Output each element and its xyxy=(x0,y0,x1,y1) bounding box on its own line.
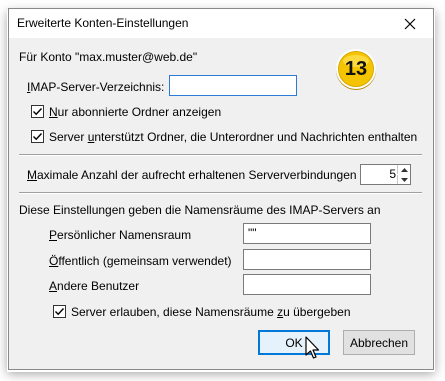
title-bar: Erweiterte Konten-Einstellungen xyxy=(9,9,433,38)
personal-namespace-label: Persönlicher Namensraum xyxy=(49,228,192,242)
server-supports-subfolders-label: Server unterstützt Ordner, die Unterordn… xyxy=(49,130,418,144)
stepper-up-button[interactable] xyxy=(397,165,410,174)
mouse-pointer-icon xyxy=(305,336,320,359)
separator xyxy=(19,154,422,156)
imap-directory-label: IMAP-Server-Verzeichnis: xyxy=(27,80,165,94)
max-connections-label: Maximale Anzahl der aufrecht erhaltenen … xyxy=(27,168,357,182)
arrow-down-icon xyxy=(400,177,408,182)
advanced-account-settings-dialog: Erweiterte Konten-Einstellungen Für Kont… xyxy=(8,8,434,370)
close-icon xyxy=(404,18,416,29)
cancel-button[interactable]: Abbrechen xyxy=(343,330,415,355)
window-title: Erweiterte Konten-Einstellungen xyxy=(17,16,189,30)
public-namespace-input[interactable] xyxy=(243,249,371,270)
imap-directory-input[interactable] xyxy=(169,75,297,96)
other-users-namespace-label: Andere Benutzer xyxy=(49,279,140,293)
namespaces-intro-text: Diese Einstellungen geben die Namensräum… xyxy=(19,203,381,217)
checkmark-icon xyxy=(55,308,65,316)
allow-server-override-label: Server erlauben, diese Namensräume zu üb… xyxy=(71,305,351,319)
server-supports-subfolders-checkbox[interactable] xyxy=(31,130,44,143)
arrow-up-icon xyxy=(400,167,408,172)
account-label: Für Konto "max.muster@web.de" xyxy=(19,50,198,64)
badge-number: 13 xyxy=(344,58,368,80)
subscribed-folders-label: Nur abonnierte Ordner anzeigen xyxy=(49,105,222,119)
checkmark-icon xyxy=(33,133,43,141)
other-users-namespace-input[interactable] xyxy=(243,274,371,295)
separator xyxy=(19,192,422,194)
subscribed-folders-checkbox[interactable] xyxy=(31,105,44,118)
step-number-badge: 13 xyxy=(334,47,378,91)
close-button[interactable] xyxy=(387,9,433,38)
max-connections-value: 5 xyxy=(389,167,396,181)
personal-namespace-input[interactable]: "" xyxy=(243,223,371,244)
public-namespace-label: Öffentlich (gemeinsam verwendet) xyxy=(49,254,232,268)
max-connections-stepper[interactable]: 5 xyxy=(360,164,411,185)
checkmark-icon xyxy=(33,108,43,116)
stepper-down-button[interactable] xyxy=(397,175,410,184)
allow-server-override-checkbox[interactable] xyxy=(53,305,66,318)
